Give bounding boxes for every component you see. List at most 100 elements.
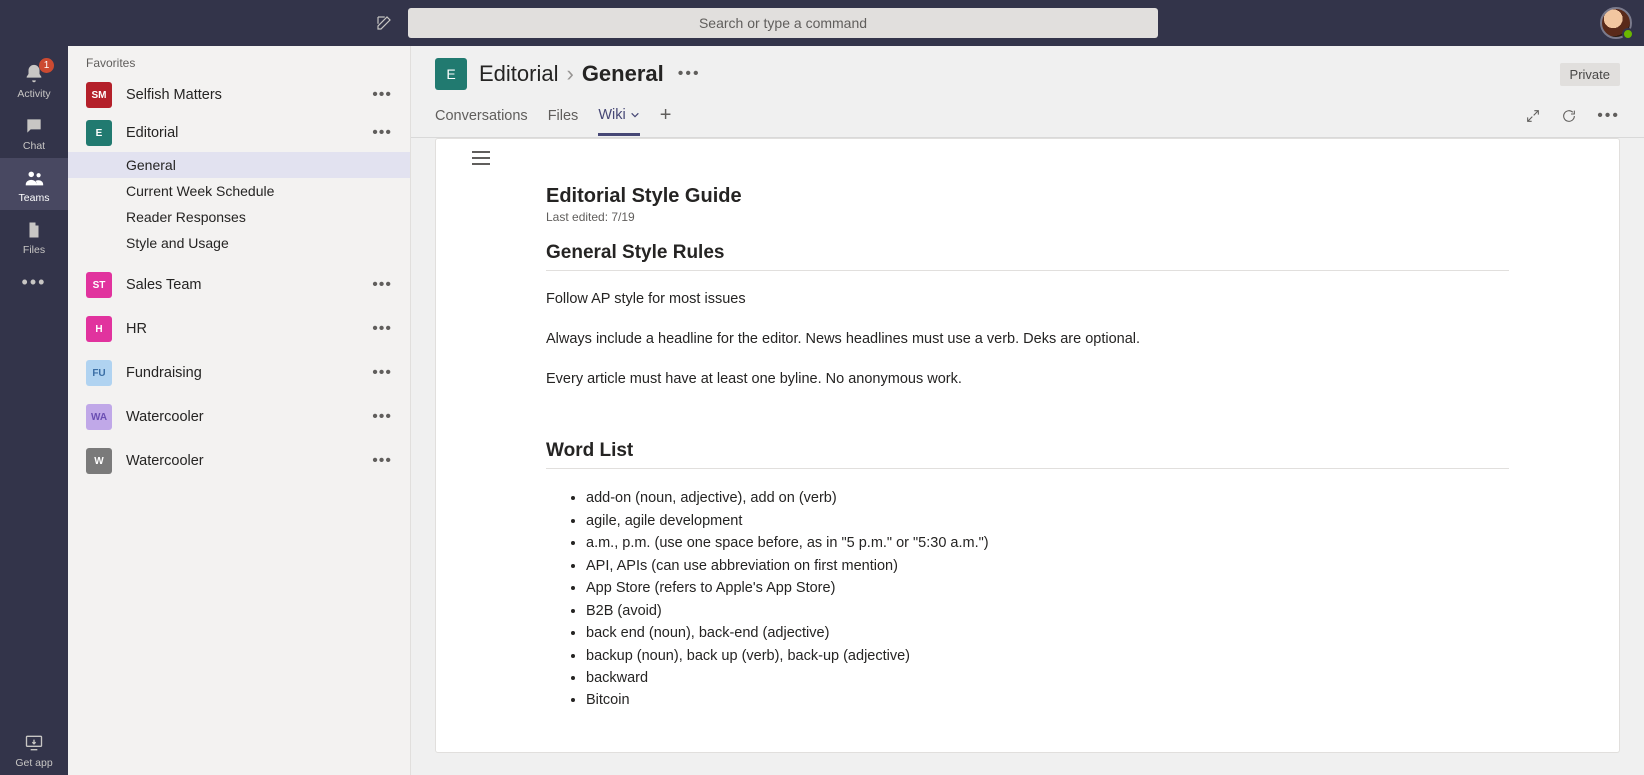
tab-more-button[interactable]: •••: [1597, 107, 1620, 135]
rail-label: Get app: [15, 757, 52, 769]
last-edited: Last edited: 7/19: [546, 210, 1509, 224]
team-name: Watercooler: [126, 453, 366, 469]
list-item: Bitcoin: [586, 689, 1509, 711]
breadcrumb: E Editorial › General ••• Private: [435, 58, 1620, 90]
search-placeholder: Search or type a command: [699, 15, 867, 31]
rail-files[interactable]: Files: [0, 210, 68, 262]
compose-icon: [375, 14, 393, 32]
teams-icon: [22, 166, 46, 190]
content-area: E Editorial › General ••• Private Conver…: [411, 46, 1644, 775]
channel-style-and-usage[interactable]: Style and Usage: [68, 230, 410, 256]
team-tile: FU: [86, 360, 112, 386]
wiki-card: Editorial Style Guide Last edited: 7/19 …: [435, 138, 1620, 753]
rail-chat[interactable]: Chat: [0, 106, 68, 158]
section-favorites: Favorites: [68, 46, 410, 76]
team-sales-team[interactable]: ST Sales Team •••: [68, 266, 410, 304]
team-selfish-matters[interactable]: SM Selfish Matters •••: [68, 76, 410, 114]
channel-current-week-schedule[interactable]: Current Week Schedule: [68, 178, 410, 204]
download-icon: [22, 731, 46, 755]
paragraph: Follow AP style for most issues: [546, 289, 1509, 311]
team-fundraising[interactable]: FU Fundraising •••: [68, 354, 410, 392]
search-input[interactable]: Search or type a command: [408, 8, 1158, 38]
list-item: B2B (avoid): [586, 600, 1509, 622]
tab-files[interactable]: Files: [548, 108, 579, 134]
list-item: backward: [586, 667, 1509, 689]
team-tile: ST: [86, 272, 112, 298]
more-icon[interactable]: •••: [366, 452, 398, 470]
more-icon[interactable]: •••: [366, 320, 398, 338]
content-header: E Editorial › General ••• Private: [411, 46, 1644, 90]
list-item: backup (noun), back up (verb), back-up (…: [586, 645, 1509, 667]
team-name: Editorial: [126, 125, 366, 141]
channel-more-button[interactable]: •••: [678, 65, 701, 83]
team-watercooler-2[interactable]: W Watercooler •••: [68, 442, 410, 480]
refresh-button[interactable]: [1561, 108, 1577, 134]
team-tile: WA: [86, 404, 112, 430]
refresh-icon: [1561, 108, 1577, 124]
team-tile: H: [86, 316, 112, 342]
expand-button[interactable]: [1525, 108, 1541, 134]
list-item: App Store (refers to Apple's App Store): [586, 577, 1509, 599]
team-name: Watercooler: [126, 409, 366, 425]
tab-wiki-label: Wiki: [598, 107, 625, 123]
chevron-down-icon: [630, 110, 640, 120]
team-editorial[interactable]: E Editorial •••: [68, 114, 410, 152]
teams-panel: Favorites SM Selfish Matters ••• E Edito…: [68, 46, 411, 775]
more-icon[interactable]: •••: [366, 364, 398, 382]
paragraph: Always include a headline for the editor…: [546, 329, 1509, 351]
more-icon[interactable]: •••: [366, 86, 398, 104]
rail-more[interactable]: •••: [0, 262, 68, 303]
team-name: Fundraising: [126, 365, 366, 381]
list-item: API, APIs (can use abbreviation on first…: [586, 555, 1509, 577]
rail-label: Chat: [23, 140, 45, 152]
page-title: Editorial Style Guide: [546, 185, 1509, 208]
app-rail: 1 Activity Chat Teams Files •••: [0, 46, 68, 775]
team-name: Sales Team: [126, 277, 366, 293]
team-watercooler-1[interactable]: WA Watercooler •••: [68, 398, 410, 436]
rail-label: Activity: [17, 88, 50, 100]
compose-button[interactable]: [368, 7, 400, 39]
add-tab-button[interactable]: +: [660, 104, 672, 137]
more-icon[interactable]: •••: [366, 408, 398, 426]
more-icon: •••: [22, 272, 47, 293]
expand-icon: [1525, 108, 1541, 124]
activity-badge: 1: [39, 58, 54, 73]
word-list: add-on (noun, adjective), add on (verb) …: [546, 487, 1509, 712]
paragraph: Every article must have at least one byl…: [546, 369, 1509, 391]
files-icon: [22, 218, 46, 242]
section-heading: General Style Rules: [546, 242, 1509, 271]
rail-get-app[interactable]: Get app: [0, 723, 68, 775]
channel-reader-responses[interactable]: Reader Responses: [68, 204, 410, 230]
list-item: add-on (noun, adjective), add on (verb): [586, 487, 1509, 509]
tab-conversations[interactable]: Conversations: [435, 108, 528, 134]
hamburger-icon[interactable]: [472, 151, 490, 165]
breadcrumb-team[interactable]: Editorial: [479, 61, 558, 87]
team-tile: E: [86, 120, 112, 146]
tab-row: Conversations Files Wiki + •••: [411, 90, 1644, 138]
breadcrumb-channel: General: [582, 61, 664, 87]
chat-icon: [22, 114, 46, 138]
title-bar: Search or type a command: [0, 0, 1644, 46]
tab-wiki[interactable]: Wiki: [598, 107, 639, 136]
more-icon[interactable]: •••: [366, 276, 398, 294]
wiki-scroll[interactable]: Editorial Style Guide Last edited: 7/19 …: [411, 138, 1644, 775]
more-icon[interactable]: •••: [366, 124, 398, 142]
privacy-badge: Private: [1560, 63, 1620, 86]
team-tile: E: [435, 58, 467, 90]
team-name: Selfish Matters: [126, 87, 366, 103]
team-tile: W: [86, 448, 112, 474]
rail-label: Files: [23, 244, 45, 256]
team-hr[interactable]: H HR •••: [68, 310, 410, 348]
channel-general[interactable]: General: [68, 152, 410, 178]
chevron-right-icon: ›: [566, 61, 573, 87]
list-item: back end (noun), back-end (adjective): [586, 622, 1509, 644]
rail-activity[interactable]: 1 Activity: [0, 54, 68, 106]
list-item: a.m., p.m. (use one space before, as in …: [586, 532, 1509, 554]
team-name: HR: [126, 321, 366, 337]
list-item: agile, agile development: [586, 510, 1509, 532]
presence-available-icon: [1622, 28, 1634, 40]
team-tile: SM: [86, 82, 112, 108]
rail-teams[interactable]: Teams: [0, 158, 68, 210]
section-heading: Word List: [546, 440, 1509, 469]
wiki-body: Editorial Style Guide Last edited: 7/19 …: [436, 177, 1619, 752]
